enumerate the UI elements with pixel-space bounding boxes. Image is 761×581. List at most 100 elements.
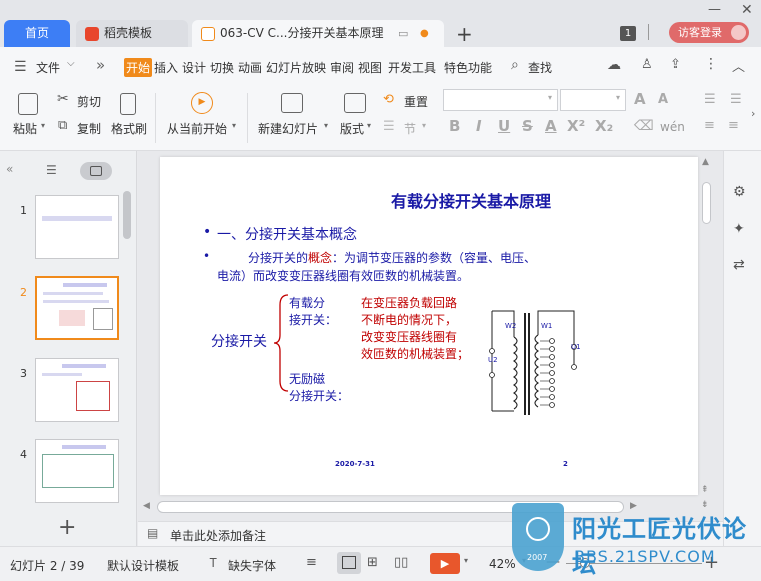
slide-thumbnail-2[interactable] bbox=[35, 276, 119, 340]
layout-icon[interactable] bbox=[344, 93, 366, 113]
slide-thumbnail-4[interactable] bbox=[35, 439, 119, 503]
play-icon[interactable]: ▶ bbox=[191, 92, 213, 114]
eraser-icon[interactable]: ⌫ bbox=[634, 118, 654, 134]
close-icon[interactable]: ✕ bbox=[741, 2, 753, 18]
export-icon[interactable]: ⇪ bbox=[670, 57, 681, 72]
concept-rest: ：为调节变压器的参数（容量、电压、 bbox=[332, 251, 537, 265]
menu-review[interactable]: 审阅 bbox=[330, 59, 354, 76]
cut-button[interactable]: 剪切 bbox=[77, 93, 101, 110]
tab-template[interactable]: 稻壳模板 bbox=[76, 20, 188, 47]
section-icon[interactable]: ☰ bbox=[383, 119, 395, 134]
pinyin-button[interactable]: wén bbox=[660, 120, 685, 134]
window-count-badge[interactable]: 1 bbox=[620, 26, 636, 41]
superscript-button[interactable]: X² bbox=[567, 117, 585, 135]
numbered-list-icon[interactable]: ☰ bbox=[730, 92, 742, 107]
menu-animation[interactable]: 动画 bbox=[238, 59, 262, 76]
scroll-left-icon[interactable]: ◀ bbox=[143, 501, 150, 511]
increase-font-button[interactable]: A bbox=[634, 90, 646, 108]
menu-design[interactable]: 设计 bbox=[182, 59, 206, 76]
paste-button[interactable]: 粘贴 bbox=[13, 120, 37, 137]
scissors-icon[interactable]: ✂ bbox=[57, 91, 69, 107]
layout-button[interactable]: 版式 bbox=[340, 120, 364, 137]
share-user-icon[interactable]: ♙ bbox=[641, 57, 653, 72]
reset-button[interactable]: 重置 bbox=[404, 93, 428, 110]
menu-features[interactable]: 特色功能 bbox=[444, 59, 492, 76]
new-slide-icon[interactable] bbox=[281, 93, 303, 113]
ribbon-scroll-right-icon[interactable]: › bbox=[751, 107, 755, 120]
italic-button[interactable]: I bbox=[476, 117, 482, 135]
slide-thumbnail-1[interactable] bbox=[35, 195, 119, 259]
menu-developer[interactable]: 开发工具 bbox=[388, 59, 436, 76]
cloud-icon[interactable]: ☁ bbox=[607, 57, 621, 73]
bullet-icon: • bbox=[203, 249, 211, 263]
menu-bar: ☰ 文件 ⌵ » 开始 插入 设计 切换 动画 幻灯片放映 审阅 视图 开发工具… bbox=[0, 47, 761, 85]
play-slideshow-button[interactable]: ▶ bbox=[430, 553, 460, 574]
slide-vertical-scrollbar[interactable] bbox=[702, 182, 711, 224]
search-icon[interactable]: ⌕ bbox=[511, 57, 519, 73]
bullet-list-icon[interactable]: ☰ bbox=[704, 92, 716, 107]
bold-button[interactable]: B bbox=[449, 117, 460, 135]
menu-file[interactable]: 文件 bbox=[36, 59, 60, 76]
underline-button[interactable]: U bbox=[498, 117, 510, 135]
chevron-down-icon[interactable]: ▾ bbox=[324, 121, 328, 130]
paste-dropdown-icon[interactable]: ▾ bbox=[41, 121, 45, 130]
chevron-down-icon[interactable]: ▾ bbox=[548, 93, 552, 102]
collapse-ribbon-icon[interactable]: ︿ bbox=[732, 56, 745, 75]
copy-button[interactable]: 复制 bbox=[77, 120, 101, 137]
font-family-select[interactable] bbox=[443, 89, 558, 111]
tab-document[interactable]: 063-CV C...分接开关基本原理 ▭ ● bbox=[192, 20, 444, 47]
prev-slide-icon[interactable]: ⇞ bbox=[701, 485, 709, 495]
menu-slideshow[interactable]: 幻灯片放映 bbox=[266, 59, 326, 76]
reset-icon[interactable]: ⟲ bbox=[383, 92, 394, 107]
chevron-down-icon[interactable]: ⌵ bbox=[67, 58, 75, 69]
notes-toggle-icon[interactable]: ≡ bbox=[306, 555, 317, 570]
more-options-icon[interactable]: ⋮ bbox=[704, 56, 718, 72]
normal-view-button[interactable] bbox=[337, 552, 361, 574]
missing-font-button[interactable]: 缺失字体 bbox=[228, 557, 276, 574]
menu-transition[interactable]: 切换 bbox=[210, 59, 234, 76]
chevron-down-icon[interactable]: ▾ bbox=[367, 121, 371, 130]
new-slide-button[interactable]: 新建幻灯片 bbox=[258, 120, 318, 137]
replace-icon[interactable]: ⇄ bbox=[733, 257, 745, 273]
collapse-pane-icon[interactable]: « bbox=[6, 162, 13, 176]
chevron-down-icon[interactable]: ▾ bbox=[616, 93, 620, 102]
align-left-icon[interactable]: ≡ bbox=[704, 118, 715, 133]
add-slide-button[interactable]: + bbox=[58, 515, 76, 540]
scroll-up-icon[interactable]: ▲ bbox=[702, 157, 709, 167]
login-button[interactable]: 访客登录 bbox=[669, 22, 749, 43]
reading-view-icon[interactable]: ▯▯ bbox=[394, 555, 408, 570]
thumbnail-view-toggle[interactable] bbox=[80, 162, 112, 180]
chevron-down-icon[interactable]: ▾ bbox=[464, 556, 468, 565]
thumbnail-scrollbar[interactable] bbox=[123, 191, 131, 239]
align-center-icon[interactable]: ≡ bbox=[728, 118, 739, 133]
decrease-font-button[interactable]: A bbox=[658, 92, 668, 107]
chevron-down-icon[interactable]: ▾ bbox=[232, 121, 236, 130]
notes-placeholder[interactable]: 单击此处添加备注 bbox=[170, 527, 266, 544]
minimize-icon[interactable]: — bbox=[708, 2, 721, 17]
magic-icon[interactable]: ✦ bbox=[733, 221, 745, 237]
subscript-button[interactable]: X₂ bbox=[595, 117, 613, 135]
font-color-button[interactable]: A bbox=[545, 117, 557, 135]
menu-view[interactable]: 视图 bbox=[358, 59, 382, 76]
outline-view-icon[interactable]: ☰ bbox=[46, 163, 57, 177]
properties-icon[interactable]: ⚙ bbox=[733, 184, 746, 200]
monitor-icon[interactable]: ▭ bbox=[398, 20, 408, 47]
from-current-button[interactable]: 从当前开始 bbox=[167, 120, 227, 137]
menu-home[interactable]: 开始 bbox=[124, 58, 153, 77]
menu-search[interactable]: 查找 bbox=[528, 59, 552, 76]
format-painter-button[interactable]: 格式刷 bbox=[111, 120, 147, 137]
format-painter-icon[interactable] bbox=[120, 93, 136, 115]
theme-name[interactable]: 默认设计模板 bbox=[107, 557, 179, 574]
strikethrough-button[interactable]: S bbox=[522, 117, 533, 135]
menu-insert[interactable]: 插入 bbox=[154, 59, 178, 76]
section-button[interactable]: 节 bbox=[404, 120, 416, 137]
paste-icon[interactable] bbox=[18, 93, 38, 115]
new-tab-button[interactable]: + bbox=[456, 22, 473, 46]
hamburger-icon[interactable]: ☰ bbox=[14, 59, 27, 75]
grid-view-icon[interactable]: ⊞ bbox=[367, 555, 378, 570]
tab-home[interactable]: 首页 bbox=[4, 20, 70, 47]
copy-icon[interactable]: ⧉ bbox=[58, 118, 67, 133]
slide-canvas[interactable]: 有载分接开关基本原理 • 一、分接开关基本概念 • 分接开关的概念：为调节变压器… bbox=[160, 157, 698, 495]
slide-thumbnail-3[interactable] bbox=[35, 358, 119, 422]
more-menu-button[interactable]: » bbox=[96, 56, 105, 74]
